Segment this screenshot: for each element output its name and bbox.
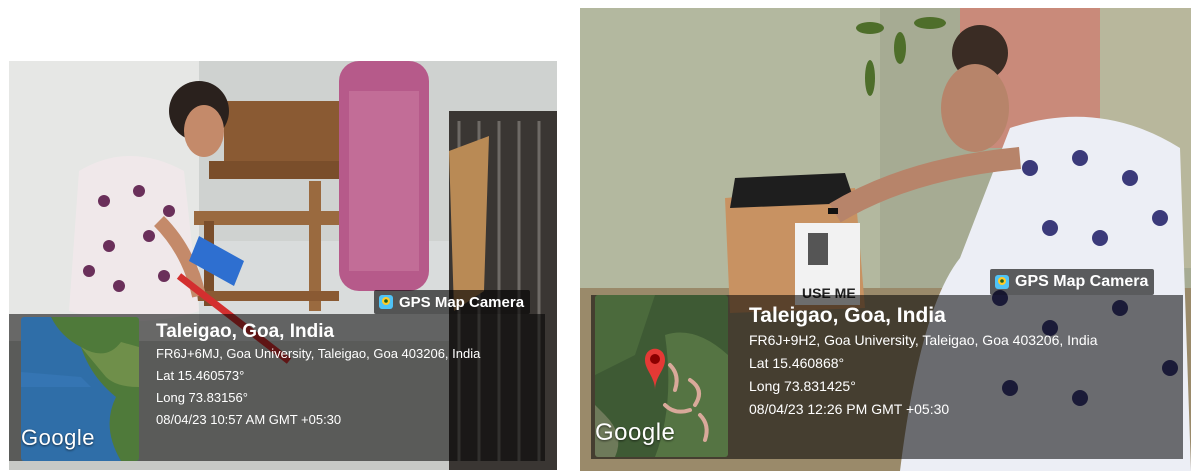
latitude: Lat 15.460573° bbox=[156, 368, 245, 383]
google-map-label: Google bbox=[21, 425, 95, 450]
gps-map-camera-badge: GPS Map Camera bbox=[374, 290, 531, 314]
address-line: FR6J+9H2, Goa University, Taleigao, Goa … bbox=[749, 332, 1098, 348]
location-details: Taleigao, Goa, India FR6J+9H2, Goa Unive… bbox=[749, 304, 1098, 417]
location-title: Taleigao, Goa, India bbox=[749, 304, 946, 327]
gps-map-camera-badge: GPS Map Camera bbox=[990, 269, 1155, 295]
location-details: Taleigao, Goa, India FR6J+6MJ, Goa Unive… bbox=[156, 321, 480, 427]
gps-map-camera-icon bbox=[995, 275, 1009, 289]
location-title: Taleigao, Goa, India bbox=[156, 321, 335, 342]
latitude: Lat 15.460868° bbox=[749, 355, 845, 371]
location-info-panel: Google Taleigao, Goa, India FR6J+6MJ, Go… bbox=[9, 314, 545, 461]
longitude: Long 73.831425° bbox=[749, 378, 856, 394]
map-thumbnail: Google bbox=[595, 295, 728, 457]
geotagged-photo-1: GPS Map Camera Google Taleigao, Goa, Ind… bbox=[9, 61, 557, 470]
gps-map-camera-icon bbox=[379, 295, 393, 309]
map-thumbnail: Google bbox=[21, 317, 139, 461]
google-map-label: Google bbox=[595, 419, 676, 446]
badge-label: GPS Map Camera bbox=[1015, 273, 1149, 290]
timestamp: 08/04/23 12:26 PM GMT +05:30 bbox=[749, 401, 950, 417]
longitude: Long 73.83156° bbox=[156, 390, 248, 405]
badge-label: GPS Map Camera bbox=[399, 293, 525, 311]
location-info-panel: Google Taleigao, Goa, India FR6J+9H2, Go… bbox=[591, 295, 1183, 459]
geotagged-photo-2: USE ME GPS Map Camera Google Taleigao, G… bbox=[580, 8, 1191, 471]
timestamp: 08/04/23 10:57 AM GMT +05:30 bbox=[156, 412, 342, 427]
address-line: FR6J+6MJ, Goa University, Taleigao, Goa … bbox=[156, 346, 481, 361]
